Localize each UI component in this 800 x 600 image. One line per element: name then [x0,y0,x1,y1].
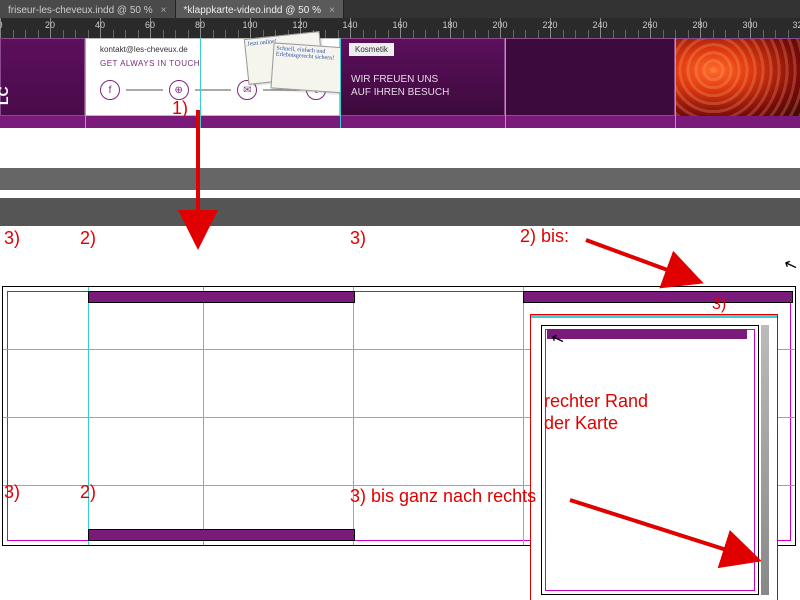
welcome-line2: AUF IHREN BESUCH [351,86,449,99]
document-tabs: friseur-les-cheveux.indd @ 50 % × *klapp… [0,0,800,18]
guide-h[interactable] [531,317,777,318]
ruler-tick-label: 0 [0,20,3,30]
ruler-tick-label: 280 [692,20,707,30]
tab-document-2[interactable]: *klappkarte-video.indd @ 50 % × [176,0,344,18]
tab-document-1[interactable]: friseur-les-cheveux.indd @ 50 % × [0,0,176,18]
welcome-line1: WIR FREUEN UNS [351,73,449,86]
flyer-panel-logo[interactable]: LC [0,38,85,116]
category-label: Kosmetik [349,43,394,56]
annotation-3bis: 3) bis ganz nach rechts [350,486,536,507]
tab-label: friseur-les-cheveux.indd @ 50 % [8,5,153,16]
ruler-tick-label: 200 [492,20,507,30]
color-bar-top-2[interactable] [523,291,793,303]
horizontal-ruler[interactable]: 0 20 40 60 80 100 120 140 160 180 200 220 240 260 280 3… [0,18,800,39]
tab-label: *klappkarte-video.indd @ 50 % [184,5,321,16]
document-canvas[interactable]: LC kontakt@les-cheveux.de GET ALWAYS IN … [0,38,800,600]
ruler-tick-label: 80 [195,20,205,30]
ruler-tick-label: 320 [792,20,800,30]
hair-photo[interactable] [675,38,800,118]
ruler-tick-label: 100 [242,20,257,30]
ruler-tick-label: 260 [642,20,657,30]
pasteboard-gap [0,198,800,226]
color-bar-bottom-1[interactable] [88,529,355,541]
annotation-rechter-rand: rechter Rand der Karte [544,390,648,434]
ruler-tick-label: 60 [145,20,155,30]
annotation-2-left: 2) [80,228,96,249]
flyer-panel-kosmetik[interactable]: Kosmetik WIR FREUEN UNS AUF IHREN BESUCH [340,38,505,116]
color-bar-top-1[interactable] [88,291,355,303]
email-text: kontakt@les-cheveux.de [100,45,188,54]
tagline-text: GET ALWAYS IN TOUCH [100,59,200,68]
facebook-icon[interactable]: f [100,80,120,100]
guide-v[interactable] [88,287,89,545]
ruler-tick-label: 300 [742,20,757,30]
detail-page-edge [541,325,759,595]
annotation-3-left: 3) [4,228,20,249]
sticky-note-2[interactable]: Schnell, einfach und Erlebnisgerecht sic… [270,42,349,93]
pasteboard-gap [0,168,800,190]
guide-v[interactable] [203,287,204,545]
detail-color-bar[interactable] [547,329,747,339]
ruler-tick-label: 180 [442,20,457,30]
annotation-3-bl: 3) [4,482,20,503]
ruler-tick-label: 220 [542,20,557,30]
close-icon[interactable]: × [329,5,335,16]
detail-margin [545,329,755,591]
logo-text: LC [0,86,11,105]
annotation-2-bl: 2) [80,482,96,503]
globe-icon[interactable]: ⊕ [169,80,189,100]
ruler-tick-label: 120 [292,20,307,30]
flyer-panel-contact[interactable]: kontakt@les-cheveux.de GET ALWAYS IN TOU… [85,38,340,116]
purple-footer-strip[interactable] [0,116,800,128]
ruler-tick-label: 160 [392,20,407,30]
annotation-2bis: 2) bis: [520,226,569,247]
card-right-edge [761,325,769,595]
flyer-top-spread: LC kontakt@les-cheveux.de GET ALWAYS IN … [0,38,800,128]
ruler-tick-label: 140 [342,20,357,30]
welcome-text: WIR FREUEN UNS AUF IHREN BESUCH [351,73,449,99]
ruler-tick-label: 20 [45,20,55,30]
ruler-tick-label: 40 [95,20,105,30]
annotation-3-mid: 3) [350,228,366,249]
detail-inset: ↖ [530,314,778,600]
ruler-tick-label: 240 [592,20,607,30]
close-icon[interactable]: × [161,5,167,16]
annotation-1: 1) [172,98,188,119]
divider [126,89,163,91]
flyer-panel-dark[interactable] [505,38,675,116]
annotation-3-inset: 3) [712,296,726,314]
